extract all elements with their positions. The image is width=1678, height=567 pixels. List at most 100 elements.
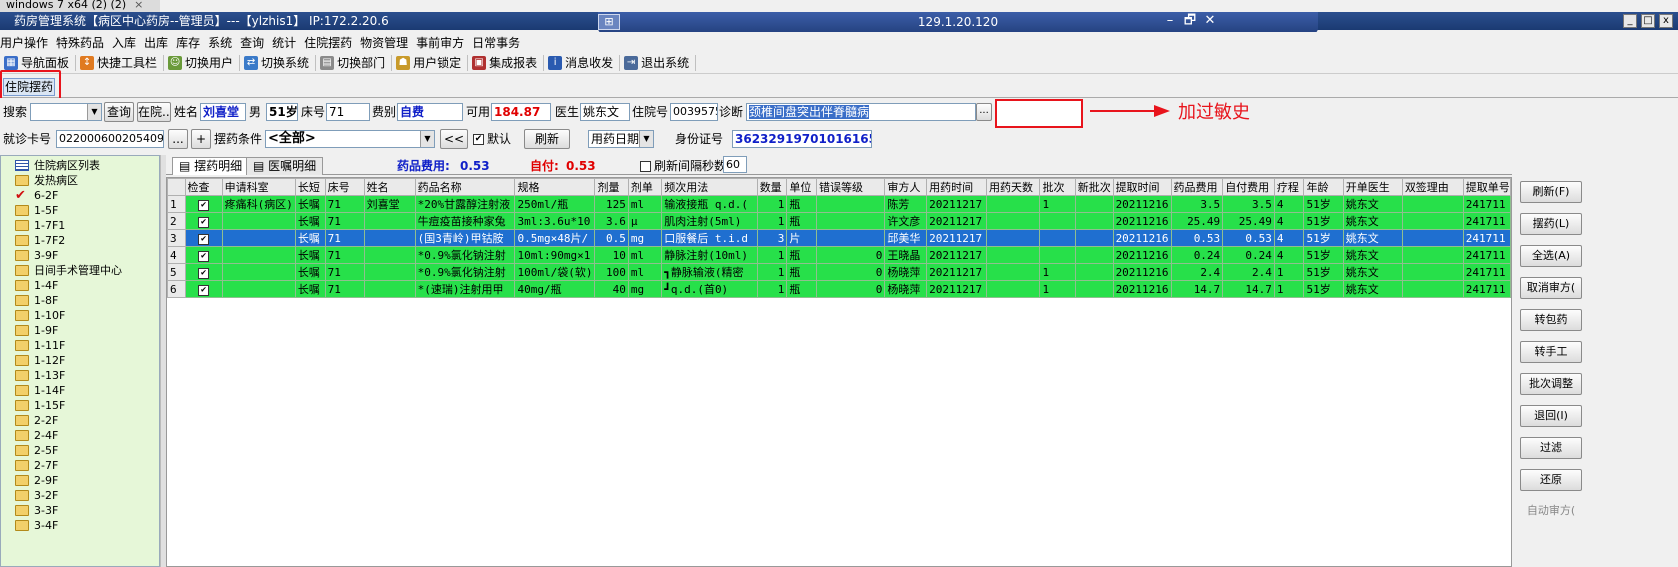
- column-header[interactable]: 提取时间: [1112, 178, 1172, 196]
- tree-item[interactable]: 1-5F: [15, 203, 58, 218]
- menu-special-drugs[interactable]: 特殊药品: [56, 34, 112, 51]
- tree-item[interactable]: 2-9F: [15, 473, 58, 488]
- diagnosis-field[interactable]: 颈椎间盘突出伴脊髓病: [746, 103, 976, 121]
- tree-item[interactable]: 2-5F: [15, 443, 58, 458]
- tab-dispense-detail[interactable]: ▤ 摆药明细: [172, 157, 250, 175]
- action-button[interactable]: 全选(A): [1520, 245, 1582, 267]
- column-header[interactable]: 错误等级: [815, 178, 886, 196]
- table-row[interactable]: 2 ✔ 长嘱 71 牛痘疫苗接种家兔 3ml:3.6u*10 3.6 μ 肌肉注射(5ml) 1 瓶…: [167, 212, 1511, 230]
- column-header[interactable]: 审方人: [884, 178, 928, 196]
- checkbox-checked-icon[interactable]: ✔: [198, 217, 210, 228]
- switch-system-button[interactable]: ⇄ 切换系统: [240, 54, 317, 71]
- table-row[interactable]: 1 ✔ 疼痛科(病区) 长嘱 71 刘喜堂 *20%甘露醇注射液 250ml/瓶 125 ml 输液…: [167, 195, 1511, 213]
- nav-panel-button[interactable]: ▦ 导航面板: [0, 54, 77, 71]
- refresh-button[interactable]: 刷新: [524, 129, 570, 149]
- tree-item[interactable]: 2-4F: [15, 428, 58, 443]
- rdp-restore-button[interactable]: 🗗: [1180, 13, 1200, 29]
- default-checkbox[interactable]: ✔ 默认: [473, 130, 511, 148]
- column-header[interactable]: 长短: [294, 178, 326, 196]
- column-header[interactable]: 剂量: [594, 178, 629, 196]
- checkbox-checked-icon[interactable]: ✔: [198, 234, 210, 245]
- column-header[interactable]: 药品费用: [1170, 178, 1224, 196]
- column-header[interactable]: 剂单: [627, 178, 663, 196]
- host-tab[interactable]: windows 7 x64 (2) (2) ×: [0, 0, 160, 12]
- id-field[interactable]: 362329197010161655: [732, 130, 872, 148]
- table-row[interactable]: 5 ✔ 长嘱 71 *0.9%氯化钠注射 100ml/袋(软) 100 ml ┓静脉输液(精密 1…: [167, 263, 1511, 281]
- name-field[interactable]: 刘喜堂: [200, 103, 246, 121]
- messages-button[interactable]: i 消息收发: [544, 54, 621, 71]
- menu-daily-affairs[interactable]: 日常事务: [472, 34, 528, 51]
- inhospital-button[interactable]: 在院...: [137, 102, 171, 122]
- checkbox-checked-icon[interactable]: ✔: [198, 251, 210, 262]
- tree-item[interactable]: 1-4F: [15, 278, 58, 293]
- column-header[interactable]: 开单医生: [1342, 178, 1403, 196]
- date-type-dropdown[interactable]: 用药日期 ▼: [588, 130, 654, 148]
- tree-item[interactable]: 3-9F: [15, 248, 58, 263]
- column-header[interactable]: 批次: [1039, 178, 1076, 196]
- checkbox-checked-icon[interactable]: ✔: [198, 200, 210, 211]
- switch-dept-button[interactable]: ▤ 切换部门: [316, 54, 393, 71]
- tree-item[interactable]: 住院病区列表: [15, 158, 100, 173]
- tree-item[interactable]: 2-2F: [15, 413, 58, 428]
- tree-item[interactable]: 1-10F: [15, 308, 65, 323]
- action-button[interactable]: 取消审方(: [1520, 277, 1582, 299]
- column-header[interactable]: 自付费用: [1222, 178, 1275, 196]
- tree-item[interactable]: 1-12F: [15, 353, 65, 368]
- column-header[interactable]: 规格: [514, 178, 596, 196]
- tree-item[interactable]: 发热病区: [15, 173, 78, 188]
- tree-item[interactable]: 1-7F1: [15, 218, 65, 233]
- column-header[interactable]: 数量: [756, 178, 788, 196]
- age-field[interactable]: 51岁: [266, 103, 298, 121]
- tree-item[interactable]: ✔ 6-2F: [15, 188, 58, 203]
- menu-stock-out[interactable]: 出库: [144, 34, 176, 51]
- tree-item[interactable]: 1-7F2: [15, 233, 65, 248]
- check-cell[interactable]: ✔: [184, 229, 223, 247]
- menu-prescription-review[interactable]: 事前审方: [416, 34, 472, 51]
- tree-item[interactable]: 1-8F: [15, 293, 58, 308]
- column-header[interactable]: 药品名称: [414, 178, 516, 196]
- quick-toolbar-button[interactable]: ↕ 快捷工具栏: [76, 54, 165, 71]
- tree-item[interactable]: 3-2F: [15, 488, 58, 503]
- menu-statistics[interactable]: 统计: [272, 34, 304, 51]
- action-button[interactable]: 退回(I): [1520, 405, 1582, 427]
- check-cell[interactable]: ✔: [184, 263, 223, 281]
- query-button[interactable]: 查询: [104, 102, 134, 122]
- card-more-button[interactable]: ...: [168, 129, 188, 149]
- lock-user-button[interactable]: ☗ 用户锁定: [392, 54, 469, 71]
- tab-order-detail[interactable]: ▤ 医嘱明细: [246, 157, 324, 175]
- action-button[interactable]: 还原: [1520, 469, 1582, 491]
- rdp-close-button[interactable]: ✕: [1200, 13, 1220, 29]
- diagnosis-more-button[interactable]: ...: [976, 103, 992, 121]
- column-header[interactable]: 单位: [786, 178, 817, 196]
- check-cell[interactable]: ✔: [184, 195, 223, 213]
- checkbox-checked-icon[interactable]: ✔: [198, 268, 210, 279]
- refresh-interval-checkbox[interactable]: 刷新间隔秒数: [640, 157, 726, 175]
- tree-item[interactable]: 3-3F: [15, 503, 58, 518]
- check-cell[interactable]: ✔: [184, 280, 223, 298]
- column-header[interactable]: 频次用法: [661, 178, 758, 196]
- checkbox-checked-icon[interactable]: ✔: [198, 285, 210, 296]
- action-button[interactable]: 刷新(F): [1520, 181, 1582, 203]
- action-button[interactable]: 摆药(L): [1520, 213, 1582, 235]
- menu-inventory[interactable]: 库存: [176, 34, 208, 51]
- tree-item[interactable]: 2-7F: [15, 458, 58, 473]
- refresh-interval-input[interactable]: 60: [723, 156, 747, 173]
- column-header[interactable]: 提取单号: [1462, 178, 1511, 196]
- tree-item[interactable]: 1-15F: [15, 398, 65, 413]
- close-button[interactable]: x: [1659, 14, 1673, 28]
- column-header[interactable]: 双签理由: [1401, 178, 1464, 196]
- maximize-button[interactable]: □: [1641, 14, 1655, 28]
- column-header[interactable]: 用药时间: [926, 178, 987, 196]
- inpatient-no-field[interactable]: 00395752: [670, 103, 718, 121]
- card-add-button[interactable]: +: [191, 129, 211, 149]
- menu-inpatient-dispense[interactable]: 住院摆药: [304, 34, 360, 51]
- column-header[interactable]: 检查: [184, 178, 223, 196]
- action-button[interactable]: 自动审方(: [1520, 501, 1582, 523]
- available-field[interactable]: 184.87: [491, 103, 551, 121]
- condition-dropdown[interactable]: <全部> ▼: [265, 130, 435, 148]
- table-row[interactable]: 4 ✔ 长嘱 71 *0.9%氯化钠注射 10ml:90mg×1 10 ml 静脉注射(10ml…: [167, 246, 1511, 264]
- column-header[interactable]: 年龄: [1303, 178, 1344, 196]
- column-header[interactable]: 申请科室: [221, 178, 296, 196]
- menu-query[interactable]: 查询: [240, 34, 272, 51]
- fee-type-field[interactable]: 自费: [397, 103, 463, 121]
